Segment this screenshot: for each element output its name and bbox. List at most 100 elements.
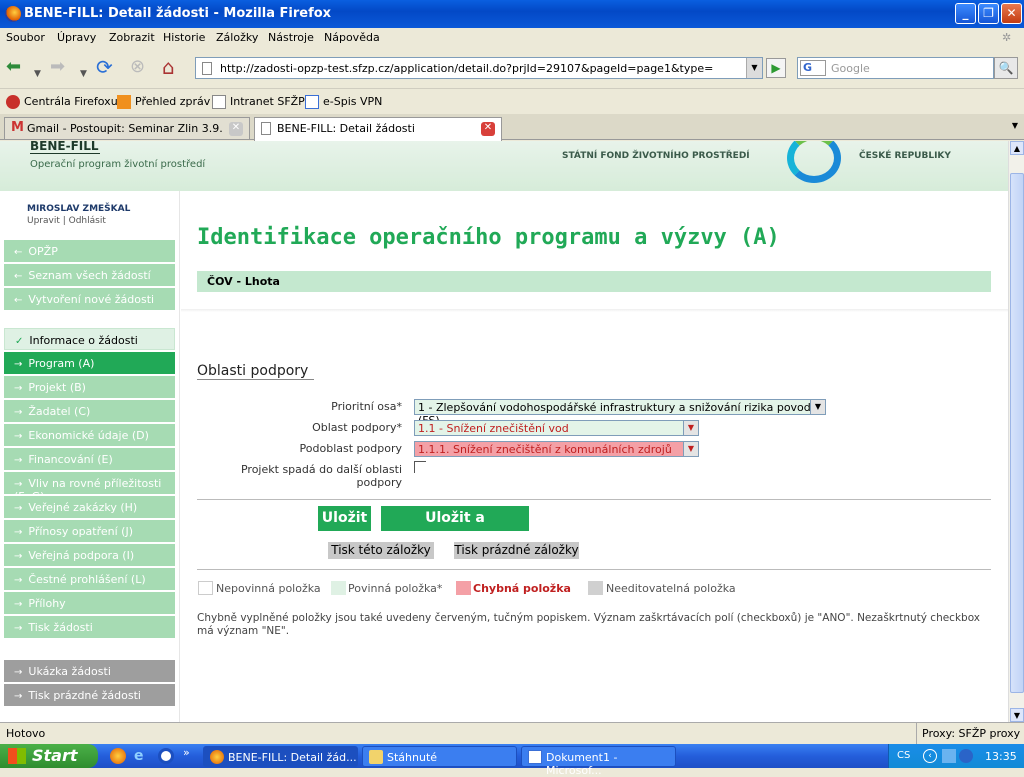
- arrow-right-icon: →: [14, 623, 23, 634]
- home-icon[interactable]: ⌂: [162, 56, 175, 80]
- arrow-right-icon: →: [14, 527, 23, 538]
- nav-seznam[interactable]: ← Seznam všech žádostí: [4, 264, 175, 286]
- task-stahnute[interactable]: Stáhnuté: [362, 746, 517, 767]
- espis-icon: [305, 95, 319, 109]
- ie-quicklaunch-icon[interactable]: e: [134, 748, 144, 764]
- menu-historie[interactable]: Historie: [163, 31, 205, 44]
- oblast-select[interactable]: 1.1 - Snížení znečištění vod ▼: [414, 420, 699, 436]
- nav-program[interactable]: → Program (A): [4, 352, 175, 374]
- arrow-right-icon: →: [14, 503, 23, 514]
- print-empty-button[interactable]: Tisk prázdné záložky: [454, 542, 579, 559]
- bookmark-centrala[interactable]: Centrála Firefoxu: [6, 95, 118, 109]
- tab-label: BENE-FILL: Detail žádosti: [277, 122, 415, 135]
- back-icon[interactable]: ⬅: [6, 56, 21, 80]
- forward-dropdown-icon[interactable]: ▼: [80, 63, 87, 87]
- status-text: Hotovo: [6, 727, 46, 740]
- close-tab-icon[interactable]: ✕: [229, 122, 243, 136]
- arrow-right-icon: →: [14, 551, 23, 562]
- stop-icon[interactable]: ⊗: [130, 56, 145, 80]
- nav-opzp[interactable]: ← OPŽP: [4, 240, 175, 262]
- section-heading: Oblasti podpory: [197, 363, 315, 380]
- language-indicator[interactable]: CS: [897, 750, 910, 761]
- arrow-right-icon: →: [14, 479, 23, 490]
- search-box[interactable]: G Google: [797, 57, 994, 79]
- menu-napoveda[interactable]: Nápověda: [324, 31, 380, 44]
- nav-verejna-podpora[interactable]: → Veřejná podpora (I): [4, 544, 175, 566]
- search-engine-icon[interactable]: G: [800, 60, 826, 76]
- podoblast-value: 1.1.1. Snížení znečištění z komunálních …: [418, 443, 672, 456]
- task-dokument[interactable]: Dokument1 - Microsof...: [521, 746, 676, 777]
- url-bar[interactable]: http://zadosti-opzp-test.sfzp.cz/applica…: [195, 57, 763, 79]
- nav-informace[interactable]: ✓ Informace o žádosti: [4, 328, 175, 350]
- menu-upravy[interactable]: Úpravy: [57, 31, 96, 44]
- dalsi-oblast-checkbox[interactable]: [414, 461, 426, 473]
- tab-benefill[interactable]: BENE-FILL: Detail žádosti ✕: [254, 117, 502, 141]
- print-tab-button[interactable]: Tisk této záložky: [328, 542, 434, 559]
- scroll-up-icon[interactable]: ▲: [1010, 141, 1024, 155]
- throbber-icon: ✲: [1002, 31, 1012, 44]
- back-dropdown-icon[interactable]: ▼: [34, 63, 41, 87]
- nav-tisk[interactable]: → Tisk žádosti: [4, 616, 175, 638]
- arrow-left-icon: ←: [14, 271, 23, 282]
- menu-soubor[interactable]: Soubor: [6, 31, 45, 44]
- search-placeholder: Google: [831, 62, 870, 75]
- status-divider: [916, 723, 917, 744]
- arrow-right-icon: →: [14, 667, 23, 678]
- nav-ekonomicke[interactable]: → Ekonomické údaje (D): [4, 424, 175, 446]
- arrow-right-icon: →: [14, 455, 23, 466]
- menu-zobrazit[interactable]: Zobrazit: [109, 31, 155, 44]
- nav-prinosy[interactable]: → Přínosy opatření (J): [4, 520, 175, 542]
- brand-subtitle: Operační program životní prostředí: [30, 159, 206, 170]
- nav-projekt[interactable]: → Projekt (B): [4, 376, 175, 398]
- user-links[interactable]: Upravit | Odhlásit: [27, 216, 106, 226]
- clock: 13:35: [985, 750, 1017, 763]
- close-tab-icon[interactable]: ✕: [481, 122, 495, 136]
- minimize-button[interactable]: _: [955, 3, 976, 24]
- task-benefill[interactable]: BENE-FILL: Detail žád...: [203, 746, 358, 767]
- nav-prilohy[interactable]: → Přílohy: [4, 592, 175, 614]
- nav-zadatel[interactable]: → Žadatel (C): [4, 400, 175, 422]
- menu-zalozky[interactable]: Záložky: [216, 31, 258, 44]
- forward-icon[interactable]: ➡: [50, 56, 65, 80]
- go-button[interactable]: ▶: [766, 58, 786, 78]
- nav-tisk-prazdne[interactable]: → Tisk prázdné žádosti: [4, 684, 175, 706]
- scroll-down-icon[interactable]: ▼: [1010, 708, 1024, 722]
- security-icon[interactable]: [959, 749, 973, 763]
- podoblast-select[interactable]: 1.1.1. Snížení znečištění z komunálních …: [414, 441, 699, 457]
- save-button[interactable]: Uložit: [318, 506, 371, 531]
- close-button[interactable]: ✕: [1001, 3, 1022, 24]
- tray-arrow-icon[interactable]: ‹: [923, 749, 937, 763]
- divider: [181, 309, 1008, 312]
- scroll-thumb[interactable]: [1010, 173, 1024, 693]
- legend-readonly: Needitovatelná položka: [606, 582, 736, 595]
- legend-error-swatch: [456, 581, 471, 595]
- menu-nastroje[interactable]: Nástroje: [268, 31, 314, 44]
- prioritni-osa-select[interactable]: 1 - Zlepšování vodohospodářské infrastru…: [414, 399, 826, 427]
- bookmark-prehled[interactable]: Přehled zpráv: [117, 95, 210, 109]
- bookmark-espis[interactable]: e-Spis VPN: [305, 95, 382, 109]
- media-quicklaunch-icon[interactable]: [158, 748, 174, 764]
- nav-verejne-zakazky[interactable]: → Veřejné zakázky (H): [4, 496, 175, 518]
- save-continue-button[interactable]: Uložit a pokračovat: [381, 506, 529, 551]
- start-button[interactable]: Start: [0, 744, 98, 768]
- chevron-down-icon: ▼: [683, 421, 698, 435]
- search-icon[interactable]: 🔍: [994, 57, 1018, 79]
- tab-gmail[interactable]: M Gmail - Postoupit: Seminar Zlin 3.9. ✕: [4, 117, 250, 139]
- maximize-button[interactable]: ❐: [978, 3, 999, 24]
- firefox-quicklaunch-icon[interactable]: [110, 748, 126, 764]
- nav-vytvoreni[interactable]: ← Vytvoření nové žádosti: [4, 288, 175, 310]
- page-bookmark-icon: [212, 95, 226, 109]
- nav-cestne[interactable]: → Čestné prohlášení (L): [4, 568, 175, 590]
- nav-ukazka[interactable]: → Ukázka žádosti: [4, 660, 175, 682]
- vertical-scrollbar[interactable]: ▲ ▼: [1008, 141, 1024, 722]
- tab-list-icon[interactable]: ▼: [1012, 121, 1018, 130]
- nav-vliv[interactable]: →Vliv na rovné příležitosti (F, G): [4, 472, 175, 503]
- quicklaunch-more-icon[interactable]: »: [183, 746, 190, 759]
- firefox-icon: [5, 6, 21, 22]
- folder-icon: [369, 750, 383, 764]
- network-icon[interactable]: [942, 749, 956, 763]
- reload-icon[interactable]: ⟳: [96, 56, 113, 80]
- url-dropdown-icon[interactable]: ▼: [746, 58, 762, 78]
- nav-financovani[interactable]: → Financování (E): [4, 448, 175, 470]
- bookmark-intranet[interactable]: Intranet SFŽP: [212, 95, 305, 109]
